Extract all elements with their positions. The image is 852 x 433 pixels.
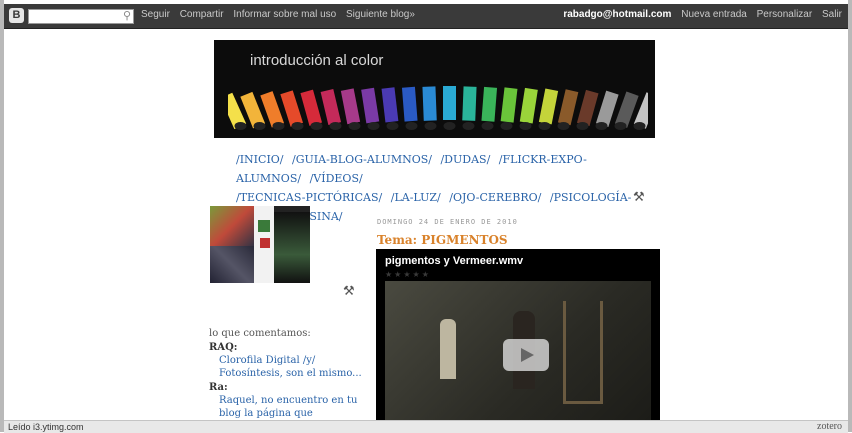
pencil	[422, 86, 437, 121]
browser-status-bar: Leído i3.ytimg.com zotero	[4, 420, 848, 433]
pencil	[381, 87, 399, 123]
pencil	[481, 86, 498, 122]
pencil	[320, 88, 342, 126]
share-link[interactable]: Compartir	[180, 9, 224, 20]
tab-la-luz[interactable]: /LA-LUZ/	[391, 191, 441, 204]
search-icon[interactable]: ⚲	[123, 9, 131, 22]
pencil-tip	[310, 122, 323, 130]
tab-inicio[interactable]: /INICIO/	[236, 153, 284, 166]
pencil-tip	[234, 122, 247, 130]
recent-comments-widget: lo que comentamos: RAQ: Clorofila Digita…	[209, 327, 369, 433]
follow-link[interactable]: Seguir	[141, 9, 170, 20]
next-blog-link[interactable]: Siguiente blog»	[346, 9, 415, 20]
pencil-tip	[253, 122, 266, 130]
comment-author: Ra:	[209, 382, 228, 393]
video-rating: ★★★★★	[385, 270, 431, 279]
pencil	[300, 89, 323, 126]
pencil-tip	[519, 122, 532, 130]
pencil-tip	[614, 122, 627, 130]
pencil	[443, 86, 456, 120]
pencil-tip	[462, 122, 475, 130]
new-post-link[interactable]: Nueva entrada	[681, 9, 747, 20]
post-date: DOMINGO 24 DE ENERO DE 2010	[377, 218, 518, 226]
play-icon[interactable]	[503, 339, 549, 371]
pencil-tip	[367, 122, 380, 130]
collage-tile	[210, 246, 254, 283]
pencil-tip	[633, 122, 646, 130]
sidebar-collage-image[interactable]	[210, 206, 310, 283]
pencil	[595, 90, 619, 128]
collage-tile	[210, 206, 254, 246]
figure-maid	[440, 319, 456, 379]
easel	[563, 301, 603, 404]
navbar-search-input[interactable]: ⚲	[28, 9, 134, 24]
pencil	[401, 86, 418, 122]
comment-author: RAQ:	[209, 342, 238, 353]
edit-gadget-wrench-icon[interactable]: ⚒	[343, 284, 355, 299]
blogger-logo-icon[interactable]: B	[9, 8, 24, 23]
pencil-tip	[405, 122, 418, 130]
edit-tabs-wrench-icon[interactable]: ⚒	[633, 190, 645, 205]
pencil-tip	[595, 122, 608, 130]
tab-videos[interactable]: /VÍDEOS/	[310, 172, 363, 185]
pencil	[340, 88, 361, 125]
pencil-tip	[329, 122, 342, 130]
pencil-tip	[538, 122, 551, 130]
navbar-links: Seguir Compartir Informar sobre mal uso …	[141, 9, 422, 20]
pencil-tip	[443, 122, 456, 130]
pencil-tip	[386, 122, 399, 130]
embedded-video-player[interactable]: pigmentos y Vermeer.wmv ★★★★★	[376, 249, 660, 421]
report-abuse-link[interactable]: Informar sobre mal uso	[233, 9, 336, 20]
post-title[interactable]: Tema: PIGMENTOS	[377, 233, 508, 247]
video-title[interactable]: pigmentos y Vermeer.wmv	[385, 255, 523, 267]
zotero-addon-button[interactable]: zotero	[817, 421, 842, 432]
pencil-tip	[576, 122, 589, 130]
video-thumbnail[interactable]	[385, 281, 651, 421]
pencil	[557, 89, 579, 126]
tab-ojo-cerebro[interactable]: /OJO-CEREBRO/	[449, 191, 541, 204]
pencil	[519, 87, 538, 124]
pencil-tip	[481, 122, 494, 130]
user-email: rabadgo@hotmail.com	[563, 9, 672, 20]
blog-title[interactable]: introducción al color	[250, 52, 383, 69]
pencil	[361, 87, 380, 124]
tab-dudas[interactable]: /DUDAS/	[440, 153, 490, 166]
header-banner[interactable]: introducción al color	[214, 40, 655, 138]
tab-guia-blog-alumnos[interactable]: /GUIA-BLOG-ALUMNOS/	[292, 153, 432, 166]
colored-pencils-image	[228, 86, 648, 130]
tabs-row-1: /INICIO/ /GUIA-BLOG-ALUMNOS/ /DUDAS/ /FL…	[236, 150, 636, 188]
collage-tile	[274, 212, 310, 283]
pencil	[538, 88, 559, 125]
pencil	[462, 86, 477, 121]
pencil	[576, 89, 599, 127]
pencil-tip	[272, 122, 285, 130]
blogger-navbar: B ⚲ Seguir Compartir Informar sobre mal …	[4, 4, 848, 29]
pencil-tip	[500, 122, 513, 130]
pencil	[280, 90, 304, 127]
tab-tecnicas-pictoricas[interactable]: /TECNICAS-PICTÓRICAS/	[236, 191, 382, 204]
comment-snippet-link[interactable]: Clorofila Digital /y/ Fotosíntesis, son …	[219, 354, 369, 380]
pencil-tip	[557, 122, 570, 130]
pencil	[500, 87, 518, 123]
navbar-user-area: rabadgo@hotmail.com Nueva entrada Person…	[556, 9, 842, 20]
collage-tile	[260, 238, 270, 248]
widget-heading: lo que comentamos:	[209, 328, 311, 339]
sign-out-link[interactable]: Salir	[822, 9, 842, 20]
collage-tile	[258, 220, 270, 232]
pencil-tip	[291, 122, 304, 130]
status-text: Leído i3.ytimg.com	[8, 422, 84, 432]
pencil-tip	[348, 122, 361, 130]
pencil-tip	[424, 122, 437, 130]
customize-link[interactable]: Personalizar	[757, 9, 813, 20]
